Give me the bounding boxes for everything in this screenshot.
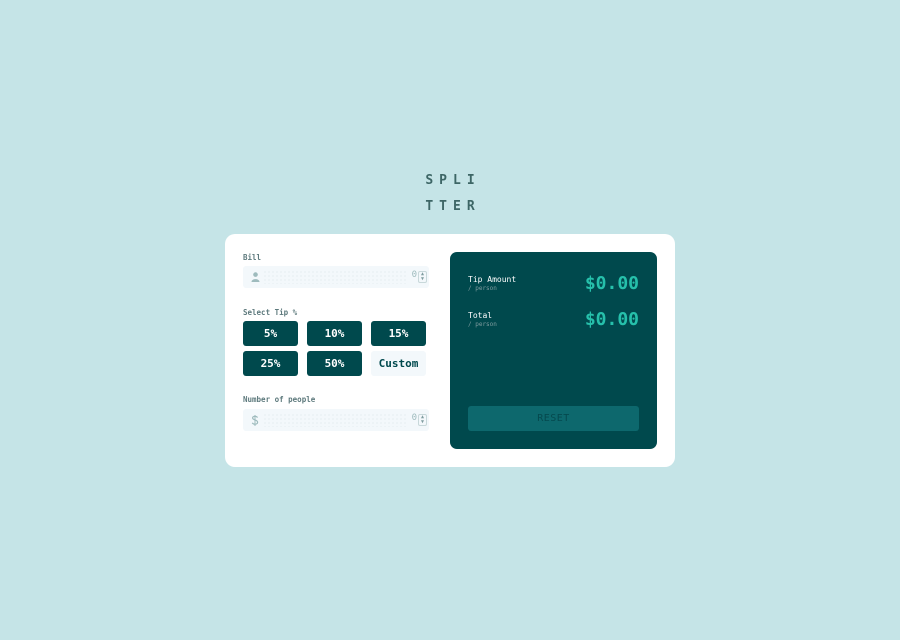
chevron-down-icon[interactable]: ▼ [421,277,424,282]
bill-input[interactable]: 0 ▲ ▼ [243,266,429,288]
logo-line-2: TTER [425,199,481,214]
total-sub: / person [468,321,497,328]
tip-button-10[interactable]: 10% [307,321,362,346]
people-input[interactable]: 0 ▲ ▼ [243,409,429,431]
tip-amount-value: $0.00 [584,273,639,294]
tip-button-5[interactable]: 5% [243,321,298,346]
person-icon [250,271,260,283]
tip-amount-label: Tip Amount [468,275,517,284]
select-tip-label: Select Tip % [243,308,298,317]
chevron-down-icon[interactable]: ▼ [421,420,424,425]
reset-button[interactable]: RESET [468,406,639,431]
bill-stepper[interactable]: ▲ ▼ [418,271,427,283]
people-label: Number of people [243,395,316,404]
results-panel: Tip Amount / person $0.00 Total / person… [450,252,657,449]
logo-line-1: SPLI [425,173,481,188]
bill-label: Bill [243,253,262,262]
total-label: Total [468,311,493,320]
people-value: 0 [411,413,417,423]
app-logo: SPLI TTER [0,168,900,220]
bill-value: 0 [411,270,417,280]
total-value: $0.00 [584,309,639,330]
tip-button-50[interactable]: 50% [307,351,362,376]
people-stepper[interactable]: ▲ ▼ [418,414,427,426]
tip-button-15[interactable]: 15% [371,321,426,346]
bill-input-area[interactable] [263,270,407,284]
tip-custom-input[interactable]: Custom [371,351,426,376]
dollar-icon [250,414,260,426]
tip-button-25[interactable]: 25% [243,351,298,376]
people-input-area[interactable] [263,413,407,427]
tip-amount-sub: / person [468,285,497,292]
calculator-card: Bill 0 ▲ ▼ Select Tip % 5% 10% 15% 25% 5… [225,234,675,467]
